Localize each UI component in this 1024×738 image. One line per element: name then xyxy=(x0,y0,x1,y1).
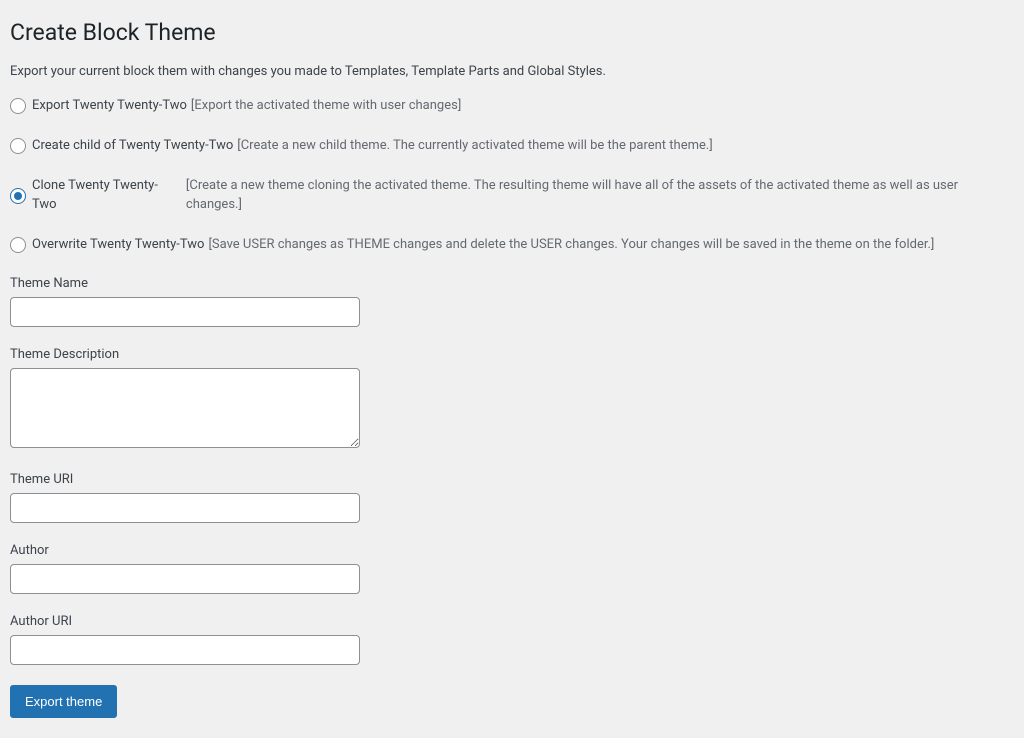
option-clone-row: Clone Twenty Twenty-Two [Create a new th… xyxy=(10,177,1014,213)
option-overwrite-radio[interactable] xyxy=(10,237,26,253)
option-export-desc: [Export the activated theme with user ch… xyxy=(191,97,461,115)
theme-name-input[interactable] xyxy=(10,297,360,327)
intro-text: Export your current block them with chan… xyxy=(10,64,1014,79)
option-export-label[interactable]: Export Twenty Twenty-Two xyxy=(32,97,187,115)
theme-uri-label: Theme URI xyxy=(10,472,1014,487)
theme-name-group: Theme Name xyxy=(10,276,1014,327)
theme-description-input[interactable] xyxy=(10,368,360,448)
option-clone-desc: [Create a new theme cloning the activate… xyxy=(186,177,1014,213)
author-input[interactable] xyxy=(10,564,360,594)
option-child-label[interactable]: Create child of Twenty Twenty-Two xyxy=(32,137,233,155)
option-child-row: Create child of Twenty Twenty-Two [Creat… xyxy=(10,137,1014,155)
option-child-desc: [Create a new child theme. The currently… xyxy=(237,137,713,155)
theme-uri-input[interactable] xyxy=(10,493,360,523)
option-export-row: Export Twenty Twenty-Two [Export the act… xyxy=(10,97,1014,115)
author-label: Author xyxy=(10,543,1014,558)
author-uri-group: Author URI xyxy=(10,614,1014,665)
theme-description-label: Theme Description xyxy=(10,347,1014,362)
export-theme-button[interactable]: Export theme xyxy=(10,685,117,719)
option-overwrite-desc: [Save USER changes as THEME changes and … xyxy=(208,236,934,254)
option-overwrite-row: Overwrite Twenty Twenty-Two [Save USER c… xyxy=(10,236,1014,254)
theme-name-label: Theme Name xyxy=(10,276,1014,291)
option-clone-radio[interactable] xyxy=(10,188,26,204)
theme-description-group: Theme Description xyxy=(10,347,1014,452)
author-uri-label: Author URI xyxy=(10,614,1014,629)
option-overwrite-label[interactable]: Overwrite Twenty Twenty-Two xyxy=(32,236,204,254)
option-clone-label[interactable]: Clone Twenty Twenty-Two xyxy=(32,177,182,213)
option-export-radio[interactable] xyxy=(10,98,26,114)
page-title: Create Block Theme xyxy=(10,10,1014,50)
option-child-radio[interactable] xyxy=(10,138,26,154)
theme-uri-group: Theme URI xyxy=(10,472,1014,523)
author-group: Author xyxy=(10,543,1014,594)
author-uri-input[interactable] xyxy=(10,635,360,665)
